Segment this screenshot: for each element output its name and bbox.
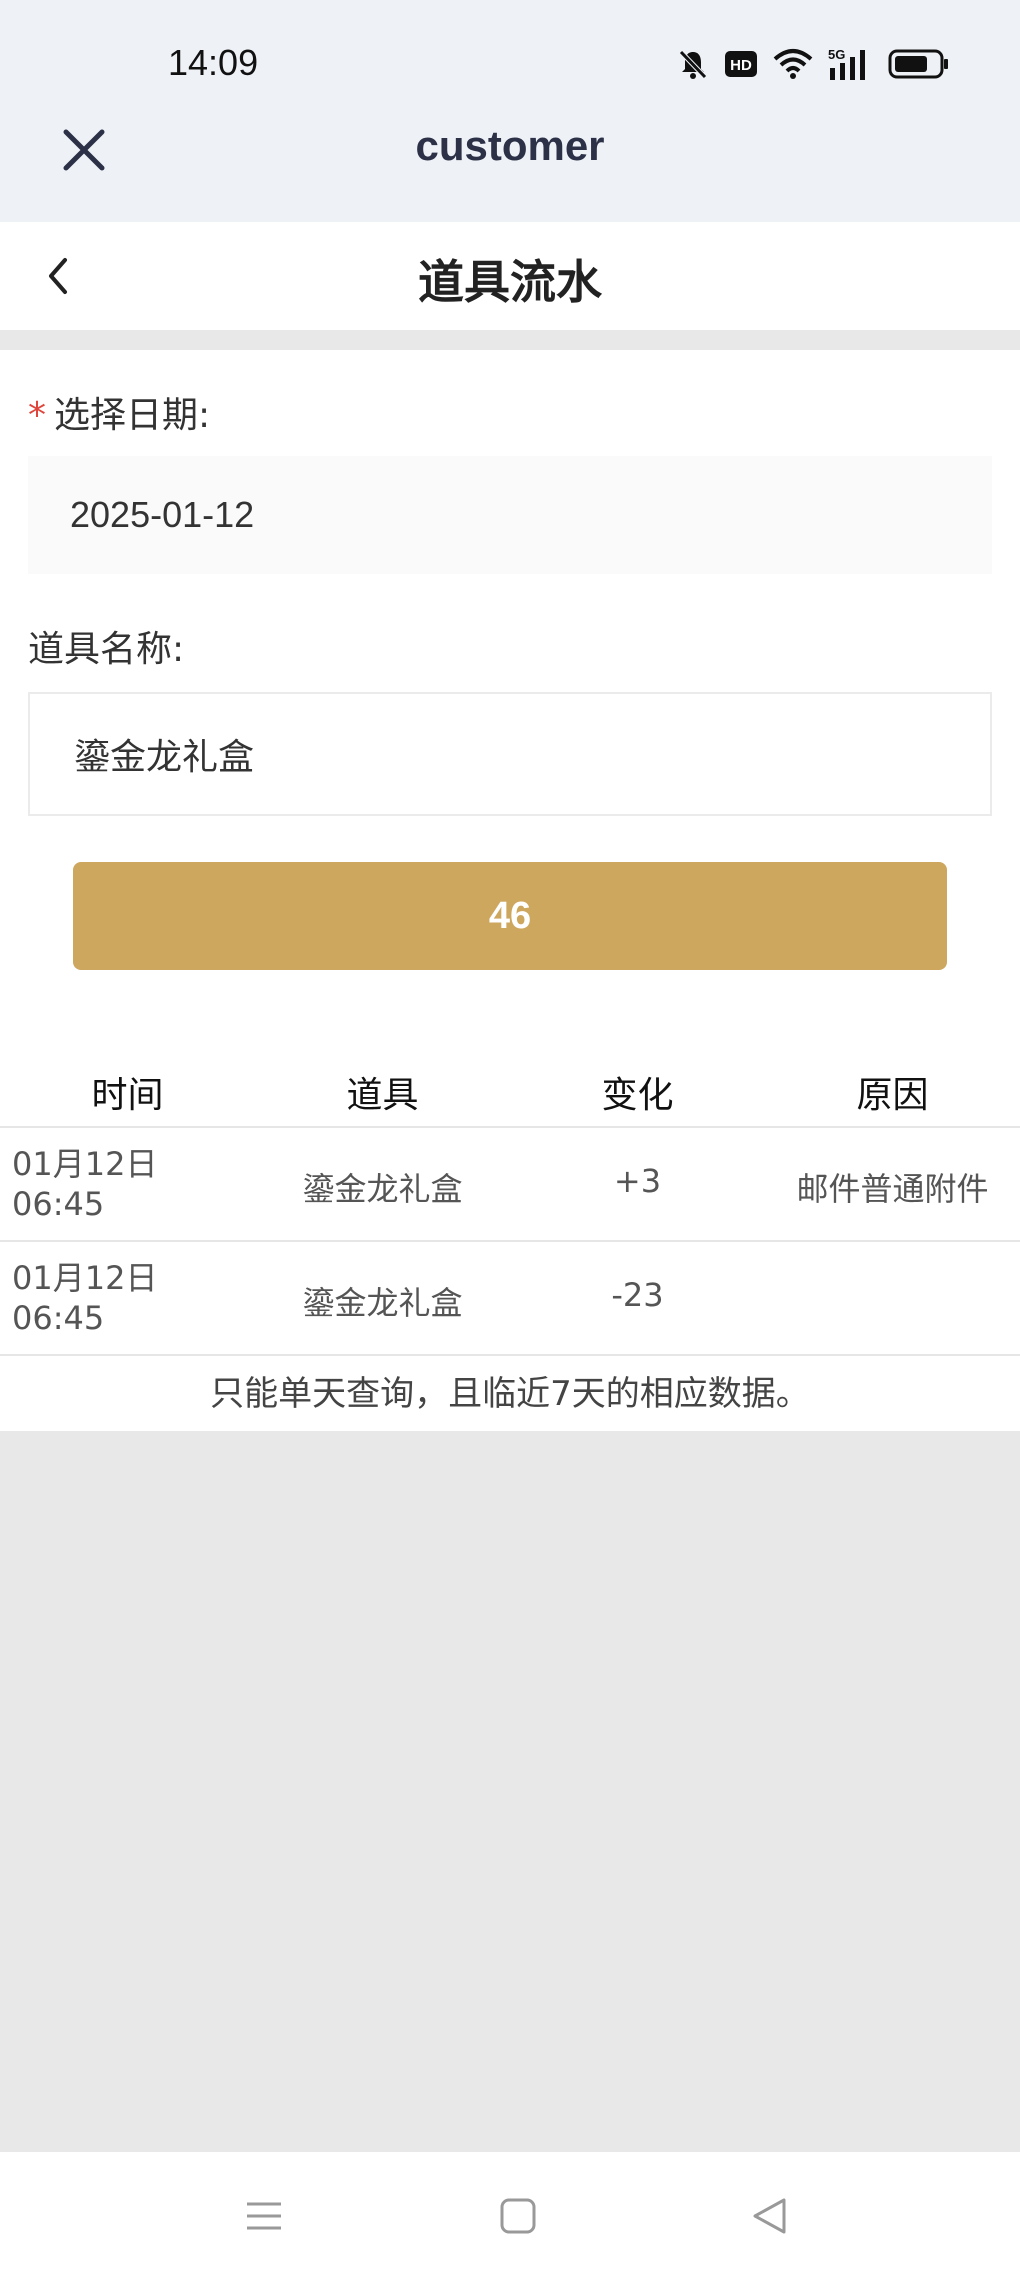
column-header-reason: 原因	[856, 1075, 929, 1116]
table-header: 时间 道具 变化 原因	[0, 1046, 1020, 1128]
wifi-icon	[772, 47, 814, 81]
column-header-item: 道具	[346, 1075, 419, 1116]
date-label-text: 选择日期:	[54, 395, 211, 436]
battery-icon	[888, 48, 950, 80]
date-label: * 选择日期:	[28, 386, 210, 438]
row-item: 鎏金龙礼盒	[302, 1284, 463, 1322]
row-reason: 邮件普通附件	[796, 1170, 989, 1208]
system-nav-bar	[0, 2152, 1020, 2278]
item-name-label: 道具名称:	[28, 629, 185, 670]
row-date: 01月12日	[12, 1145, 158, 1183]
home-button[interactable]	[490, 2188, 546, 2244]
5g-signal-icon: 5G	[828, 46, 874, 82]
menu-icon	[247, 2202, 281, 2230]
query-form: * 选择日期: 2025-01-12 道具名称: 鎏金龙礼盒 46	[0, 350, 1020, 1046]
query-limit-note: 只能单天查询，且临近7天的相应数据。	[210, 1374, 810, 1414]
mute-bell-icon	[676, 47, 710, 81]
section-divider	[0, 330, 1020, 350]
svg-text:HD: HD	[730, 57, 752, 74]
row-time-cell: 01月12日 06:45	[12, 1258, 212, 1338]
row-date: 01月12日	[12, 1259, 158, 1297]
row-time: 06:45	[12, 1299, 105, 1337]
home-square-icon	[500, 2198, 536, 2234]
page-header: 道具流水	[0, 222, 1020, 330]
date-picker-field[interactable]: 2025-01-12	[28, 456, 992, 574]
hd-icon: HD	[724, 49, 758, 79]
back-triangle-icon	[753, 2198, 786, 2234]
svg-text:5G: 5G	[828, 47, 845, 62]
status-time: 14:09	[168, 42, 259, 83]
row-time-cell: 01月12日 06:45	[12, 1144, 212, 1224]
required-mark: *	[28, 395, 46, 436]
column-header-time: 时间	[91, 1075, 164, 1116]
row-item: 鎏金龙礼盒	[302, 1170, 463, 1208]
recent-apps-button[interactable]	[236, 2188, 292, 2244]
table-row: 01月12日 06:45 鎏金龙礼盒 -23	[0, 1242, 1020, 1356]
item-name-input[interactable]: 鎏金龙礼盒	[28, 692, 992, 816]
record-table: 时间 道具 变化 原因 01月12日 06:45 鎏金龙礼盒 +3 邮件普通附件…	[0, 1046, 1020, 1431]
column-header-change: 变化	[601, 1075, 674, 1116]
row-change: +3	[613, 1162, 662, 1200]
query-button[interactable]: 46	[73, 862, 947, 970]
app-title: customer	[415, 122, 605, 169]
status-icons: HD 5G	[676, 44, 950, 84]
row-time: 06:45	[12, 1185, 105, 1223]
system-back-button[interactable]	[742, 2188, 798, 2244]
table-row: 01月12日 06:45 鎏金龙礼盒 +3 邮件普通附件	[0, 1128, 1020, 1242]
row-change: -23	[611, 1276, 664, 1314]
app-header: customer	[0, 100, 1020, 222]
page-title: 道具流水	[418, 255, 602, 309]
